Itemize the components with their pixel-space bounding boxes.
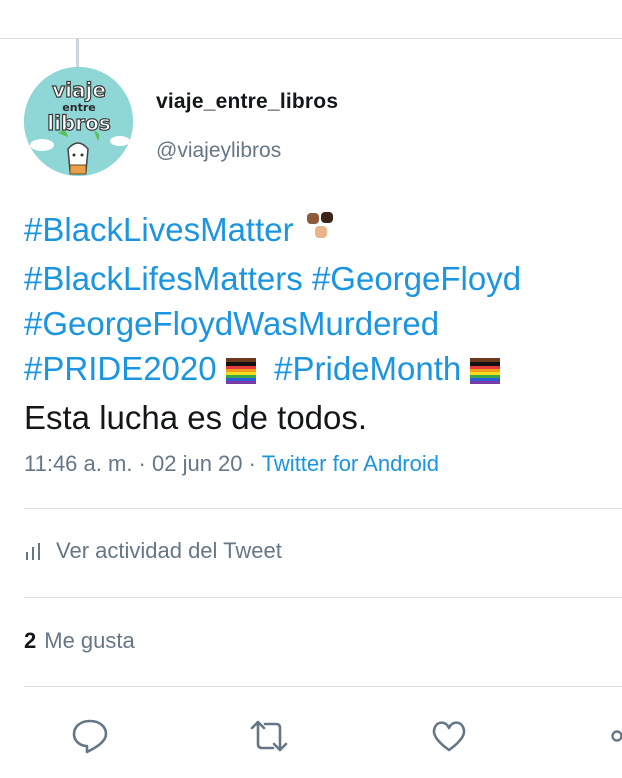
tweet-line: #BlackLivesMatter xyxy=(24,207,614,256)
user-handle[interactable]: @viajeylibros xyxy=(156,139,281,163)
likes-label: Me gusta xyxy=(44,628,135,653)
reply-button[interactable] xyxy=(70,716,110,756)
tweet-date: 02 jun 20 xyxy=(152,451,243,476)
thread-line xyxy=(76,38,79,68)
retweet-icon xyxy=(250,720,288,752)
tweet-line: #GeorgeFloydWasMurdered xyxy=(24,301,614,346)
avatar-text-3: libros xyxy=(47,111,111,135)
divider xyxy=(24,508,622,509)
likes-number: 2 xyxy=(24,628,37,653)
hashtag-link[interactable]: #GeorgeFloyd xyxy=(312,260,521,297)
tweet-line: Esta lucha es de todos. xyxy=(24,395,614,440)
like-icon xyxy=(432,721,466,752)
divider xyxy=(24,597,622,598)
likes-count[interactable]: 2 Me gusta xyxy=(24,628,135,654)
hashtag-link[interactable]: #PrideMonth xyxy=(274,350,461,387)
tweet-time: 11:46 a. m. xyxy=(24,451,133,476)
tweet-meta: 11:46 a. m. · 02 jun 20 · Twitter for An… xyxy=(24,451,439,476)
tweet-source-link[interactable]: Twitter for Android xyxy=(262,451,439,476)
retweet-button[interactable] xyxy=(249,716,289,756)
raised-fists-icon xyxy=(303,209,339,256)
hashtag-link[interactable]: #PRIDE2020 xyxy=(24,350,217,387)
tweet-line: #PRIDE2020 #PrideMonth xyxy=(24,346,614,395)
pride-flag-icon xyxy=(225,350,256,395)
hashtag-link[interactable]: #GeorgeFloydWasMurdered xyxy=(24,305,439,342)
reply-icon xyxy=(72,719,108,754)
share-button[interactable] xyxy=(604,716,622,756)
like-button[interactable] xyxy=(429,716,469,756)
hashtag-link[interactable]: #BlackLivesMatter xyxy=(24,211,294,248)
tweet-line: #BlackLifesMatters #GeorgeFloyd xyxy=(24,256,614,301)
hashtag-link[interactable]: #BlackLifesMatters xyxy=(24,260,303,297)
divider xyxy=(24,686,622,687)
bar-chart-icon xyxy=(26,543,40,560)
share-icon xyxy=(611,730,622,742)
view-activity-label: Ver actividad del Tweet xyxy=(56,538,282,563)
avatar[interactable]: viaje entre libros xyxy=(24,67,133,176)
pride-flag-icon xyxy=(470,350,501,395)
display-name[interactable]: viaje_entre_libros xyxy=(156,90,338,114)
avatar-logo: viaje entre libros xyxy=(24,67,133,176)
view-activity-button[interactable]: Ver actividad del Tweet xyxy=(24,538,282,564)
action-bar xyxy=(0,708,622,758)
top-divider xyxy=(0,38,622,39)
tweet-plain-text: Esta lucha es de todos. xyxy=(24,399,368,436)
tweet-text: #BlackLivesMatter #BlackLifesMatters #Ge… xyxy=(24,207,614,440)
avatar-text-1: viaje xyxy=(52,78,106,102)
